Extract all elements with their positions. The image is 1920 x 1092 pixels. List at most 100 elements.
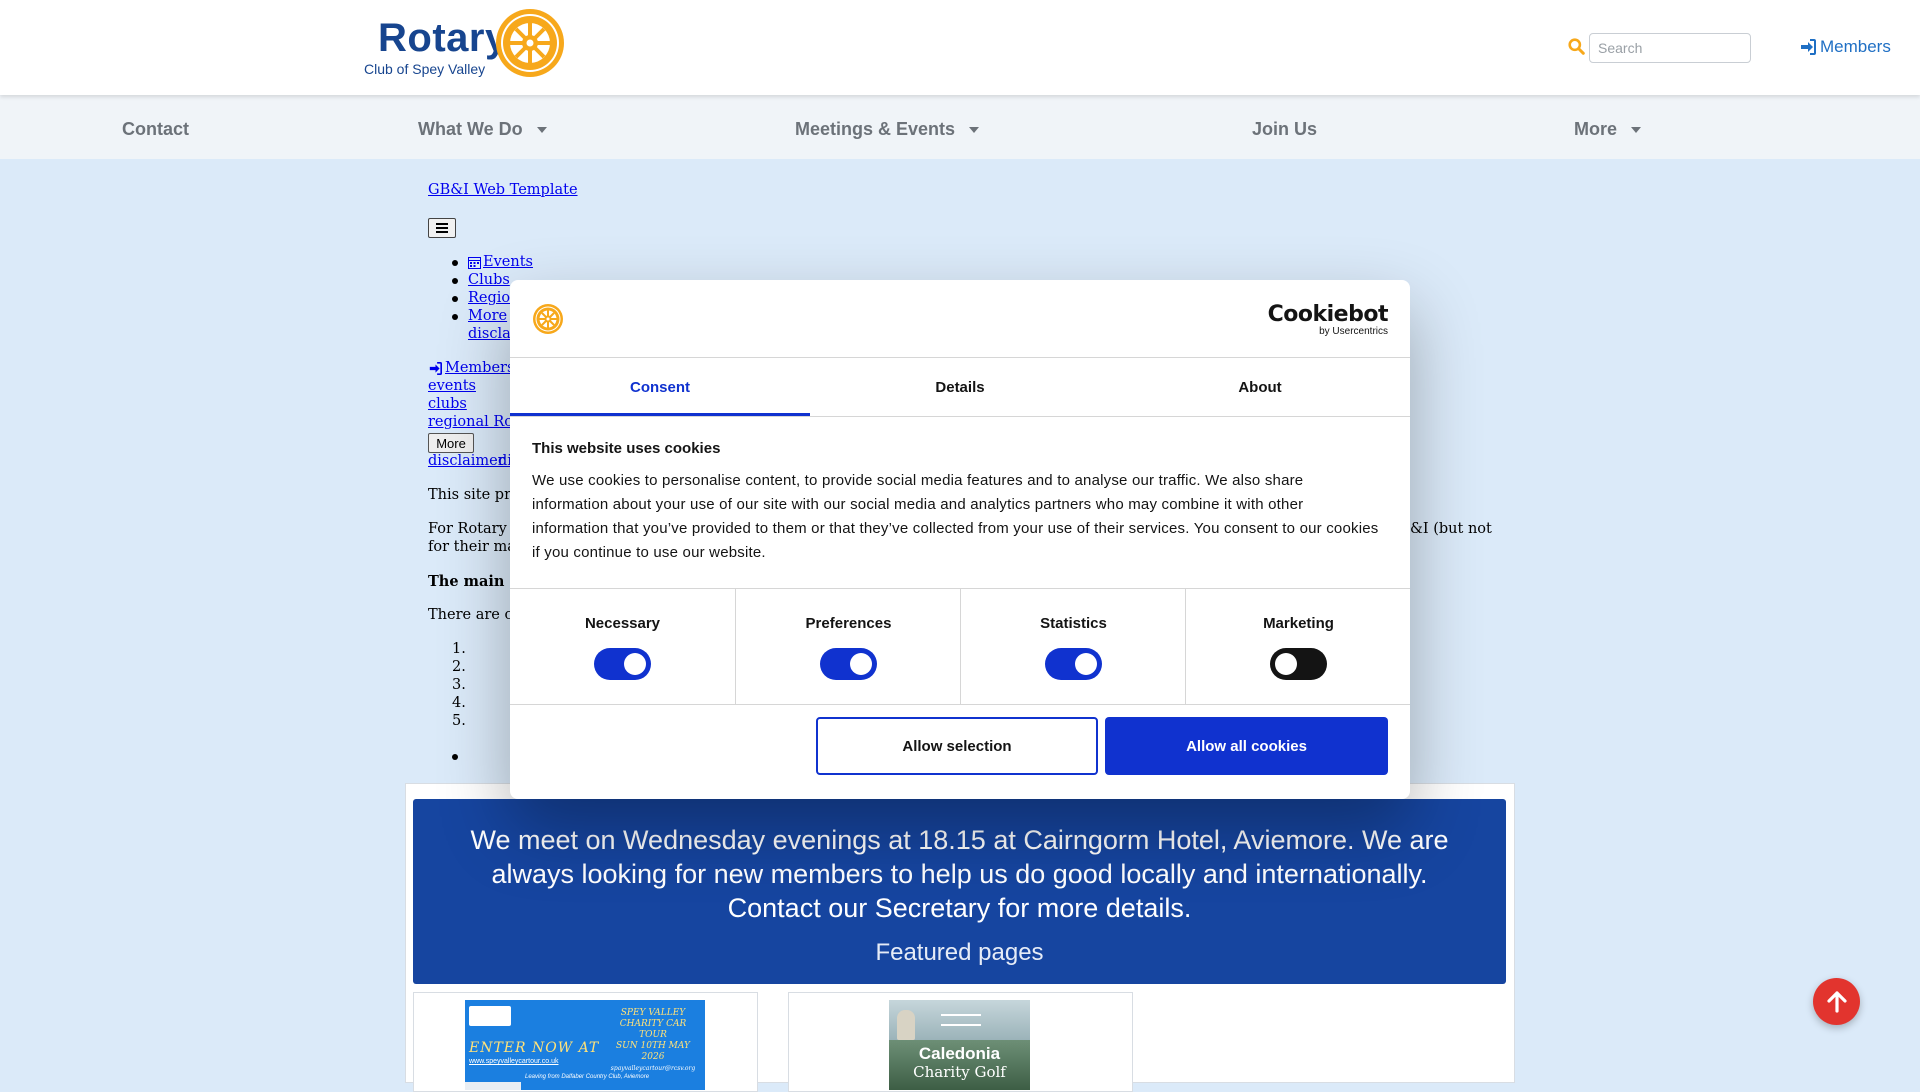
poster-line: www.speyvalleycartour.co.uk — [469, 1058, 559, 1065]
nav-join-us[interactable]: Join Us — [1252, 119, 1317, 140]
clubs-link[interactable]: Clubs — [468, 272, 510, 288]
nav-contact-label: Contact — [122, 119, 189, 139]
scroll-to-top-button[interactable] — [1813, 978, 1860, 1025]
hero-text: We meet on Wednesday evenings at 18.15 a… — [470, 825, 1449, 923]
logo-wordmark[interactable]: Rotary — [378, 16, 508, 61]
list-bullet — [452, 754, 458, 760]
golf-card-subtitle: Charity Golf — [913, 1063, 1006, 1081]
poster-line: SUN 10TH MAY 2026 — [616, 1041, 690, 1062]
list-bullet — [452, 260, 458, 266]
nav-contact[interactable]: Contact — [122, 119, 189, 140]
hero-banner: We meet on Wednesday evenings at 18.15 a… — [413, 799, 1506, 984]
site-header: Rotary Club of Spey Valley Members — [0, 0, 1920, 95]
events-fallback-link[interactable]: events — [428, 378, 476, 394]
nav-meetings-events[interactable]: Meetings & Events — [795, 119, 980, 140]
events-link-label: Events — [483, 254, 533, 270]
members-label: Members — [1820, 37, 1891, 56]
paragraph: for their mai — [428, 539, 521, 555]
disclaimer-link-partial[interactable]: disclai — [468, 326, 515, 342]
statistics-toggle[interactable] — [1045, 648, 1102, 680]
hamburger-icon — [436, 223, 448, 233]
toggle-knob — [624, 653, 646, 675]
poster-line: CHARITY CAR TOUR — [619, 1019, 687, 1040]
events-link[interactable]: Events — [468, 254, 533, 270]
nav-more[interactable]: More — [1574, 119, 1642, 140]
arrow-up-icon — [1826, 990, 1847, 1013]
menu-toggle-button[interactable] — [428, 218, 456, 238]
tab-details[interactable]: Details — [810, 358, 1110, 416]
rotary-wheel-icon — [533, 304, 563, 334]
list-number: 2. — [452, 659, 466, 675]
list-bullet — [452, 296, 458, 302]
search-input[interactable] — [1589, 33, 1751, 63]
toggle-knob — [850, 653, 872, 675]
nav-what-we-do-label: What We Do — [418, 119, 523, 139]
logo-club-name[interactable]: Club of Spey Valley — [364, 61, 485, 77]
section-heading: The main si — [428, 573, 524, 590]
poster-line: SPEY VALLEY — [620, 1008, 686, 1018]
clubs-fallback-link[interactable]: clubs — [428, 396, 467, 412]
divider — [510, 416, 1410, 417]
list-bullet — [452, 278, 458, 284]
cookie-consent-dialog: Cookiebot by Usercentrics Consent Detail… — [510, 280, 1410, 799]
cookie-tabs: Consent Details About — [510, 358, 1410, 416]
nav-what-we-do[interactable]: What We Do — [418, 119, 547, 140]
template-link[interactable]: GB&I Web Template — [428, 182, 578, 198]
cookie-categories: Necessary Preferences Statistics Marketi… — [510, 588, 1410, 705]
sign-in-icon — [429, 361, 442, 375]
cookiebot-byline: by Usercentrics — [1319, 326, 1388, 337]
tab-about[interactable]: About — [1110, 358, 1410, 416]
category-label: Marketing — [1263, 615, 1334, 632]
necessary-toggle[interactable] — [594, 648, 651, 680]
category-statistics: Statistics — [960, 589, 1186, 704]
tab-consent[interactable]: Consent — [510, 358, 810, 416]
preferences-toggle[interactable] — [820, 648, 877, 680]
disclaimer-link[interactable]: disclaimer — [428, 453, 505, 469]
cookiebot-wordmark: Cookiebot — [1267, 302, 1389, 327]
category-preferences: Preferences — [735, 589, 961, 704]
nav-meetings-events-label: Meetings & Events — [795, 119, 956, 139]
sign-in-icon — [1801, 39, 1816, 55]
toggle-knob — [1075, 653, 1097, 675]
members-link[interactable]: Members — [1800, 37, 1891, 57]
paragraph-tail: &I (but not — [1410, 521, 1492, 537]
chevron-down-icon — [536, 126, 547, 133]
list-number: 4. — [452, 695, 466, 711]
list-bullet — [452, 314, 458, 320]
cookiebot-logo[interactable]: Cookiebot by Usercentrics — [1267, 302, 1389, 338]
list-number: 1. — [452, 641, 466, 657]
cookie-title: This website uses cookies — [532, 440, 721, 457]
golf-card-title: Caledonia — [918, 1044, 1001, 1063]
poster-line: ENTER NOW AT — [469, 1040, 600, 1056]
rotary-wheel-icon[interactable] — [494, 7, 566, 79]
members-fallback-link[interactable]: Members — [428, 360, 514, 376]
category-label: Necessary — [584, 615, 661, 632]
list-number: 5. — [452, 713, 466, 729]
list-number: 3. — [452, 677, 466, 693]
featured-pages-heading: Featured pages — [875, 939, 1044, 966]
paragraph: For Rotary c — [428, 521, 520, 537]
poster-strip — [465, 1082, 521, 1090]
poster-line: spayvalleycartour@rcsv.org — [610, 1065, 696, 1072]
search-icon[interactable] — [1568, 38, 1585, 55]
chevron-down-icon — [969, 126, 980, 133]
charity-golf-image[interactable]: Caledonia Charity Golf — [889, 1000, 1030, 1090]
members-fallback-label: Members — [445, 360, 515, 376]
allow-all-cookies-button[interactable]: Allow all cookies — [1105, 717, 1388, 775]
allow-selection-button[interactable]: Allow selection — [816, 717, 1098, 775]
poster-line: Leaving from Dalfaber Country Club, Avie… — [525, 1074, 650, 1080]
calendar-icon — [468, 256, 481, 269]
cookie-description: We use cookies to personalise content, t… — [532, 472, 1379, 561]
toggle-knob — [1275, 653, 1297, 675]
category-marketing: Marketing — [1185, 589, 1410, 704]
more-link[interactable]: More — [468, 308, 507, 324]
category-label: Preferences — [805, 615, 892, 632]
more-button[interactable]: More — [428, 433, 474, 453]
car-tour-poster-image[interactable]: SPEY VALLEY CHARITY CAR TOUR SUN 10TH MA… — [465, 1000, 705, 1090]
chevron-down-icon — [1631, 126, 1642, 133]
main-nav: Contact What We Do Meetings & Events Joi… — [0, 95, 1920, 159]
category-label: Statistics — [1040, 615, 1107, 632]
nav-more-label: More — [1574, 119, 1618, 139]
marketing-toggle[interactable] — [1270, 648, 1327, 680]
poster-rotary-badge — [469, 1006, 511, 1026]
